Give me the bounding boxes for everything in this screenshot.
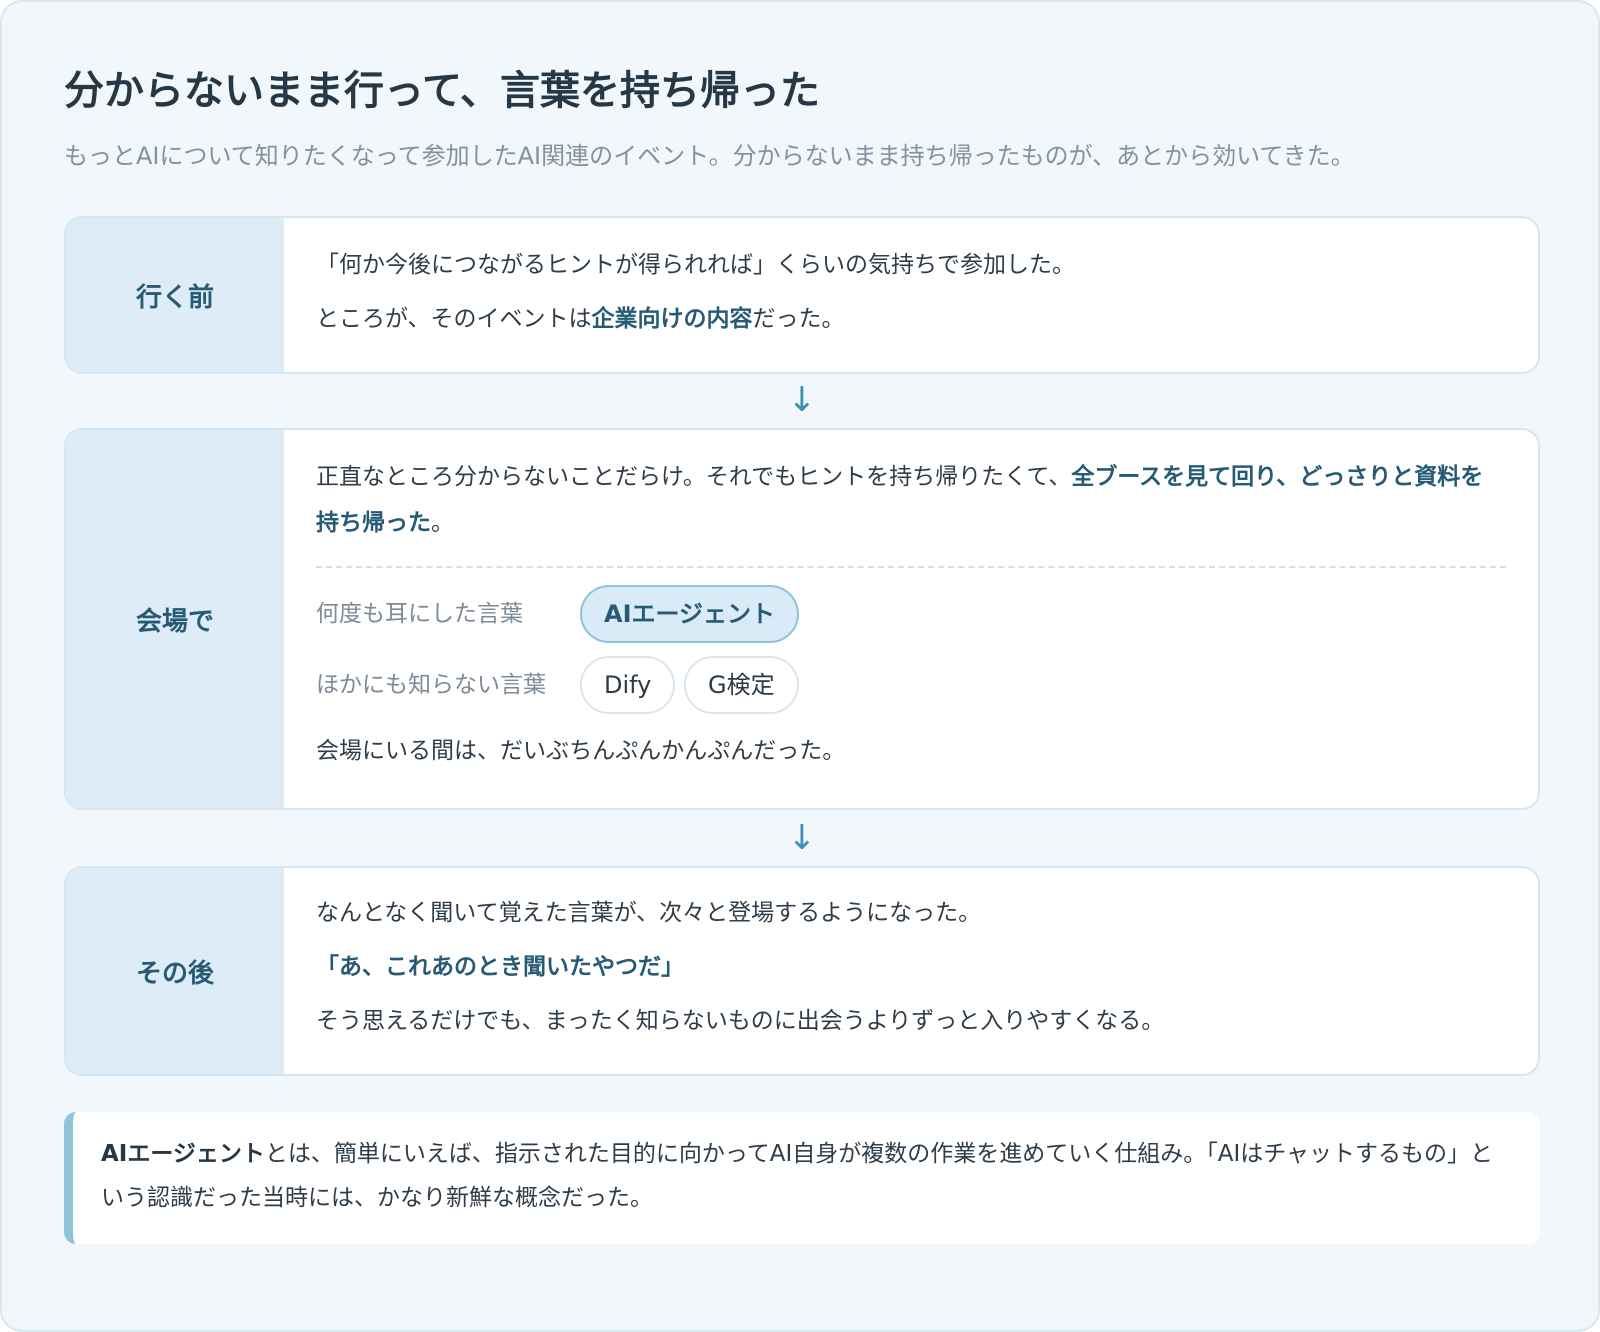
step-label-before: 行く前 (66, 218, 284, 372)
step-label-venue: 会場で (66, 430, 284, 808)
step-label-after: その後 (66, 868, 284, 1074)
arrow-down-icon: ↓ (787, 818, 817, 858)
step-before-line-2: ところが、そのイベントは企業向けの内容だった。 (316, 296, 1506, 342)
step-venue-line-1-prefix: 正直なところ分からないことだらけ。それでもヒントを持ち帰りたくて、 (316, 464, 1072, 490)
page-subtitle: もっとAIについて知りたくなって参加したAI関連のイベント。分からないまま持ち帰… (64, 142, 1355, 170)
arrow-down-icon: ↓ (787, 380, 817, 420)
heard-terms-label: 何度も耳にした言葉 (316, 601, 523, 627)
unknown-terms-label: ほかにも知らない言葉 (316, 672, 546, 698)
step-after-quote: 「あ、これあのとき聞いたやつだ」 (316, 954, 684, 980)
step-venue-line-1-suffix: 。 (431, 510, 454, 536)
article-card: 分からないまま行って、言葉を持ち帰った もっとAIについて知りたくなって参加した… (0, 0, 1600, 1332)
step-after-line-1: なんとなく聞いて覚えた言葉が、次々と登場するようになった。 (316, 900, 982, 926)
step-after-line-3: そう思えるだけでも、まったく知らないものに出会うよりずっと入りやすくなる。 (316, 1008, 1165, 1034)
step-venue-line-1: 正直なところ分からないことだらけ。それでもヒントを持ち帰りたくて、全ブースを見て… (316, 454, 1506, 546)
step-venue: 会場で 正直なところ分からないことだらけ。それでもヒントを持ち帰りたくて、全ブー… (64, 428, 1540, 810)
step-before-line-2-prefix: ところが、そのイベントは (316, 306, 592, 332)
step-before-line-2-suffix: だった。 (752, 306, 845, 332)
definition-note: AIエージェントとは、簡単にいえば、指示された目的に向かってAI自身が複数の作業… (64, 1112, 1540, 1244)
note-term: AIエージェント (101, 1141, 265, 1167)
term-pill-ai-agent: AIエージェント (580, 585, 800, 643)
step-venue-closing: 会場にいる間は、だいぶちんぷんかんぷんだった。 (316, 738, 846, 764)
note-text: とは、簡単にいえば、指示された目的に向かってAI自身が複数の作業を進めていく仕組… (101, 1141, 1494, 1211)
step-body-after: なんとなく聞いて覚えた言葉が、次々と登場するようになった。 「あ、これあのとき聞… (316, 868, 1506, 1074)
page-title: 分からないまま行って、言葉を持ち帰った (64, 68, 820, 114)
term-pill-g-kentei: G検定 (684, 656, 799, 714)
dashed-divider (316, 566, 1506, 568)
step-body-before: 「何か今後につながるヒントが得られれば」くらいの気持ちで参加した。 ところが、そ… (316, 218, 1506, 372)
step-body-venue: 正直なところ分からないことだらけ。それでもヒントを持ち帰りたくて、全ブースを見て… (316, 430, 1506, 808)
term-pill-dify: Dify (580, 656, 676, 714)
step-before-line-1: 「何か今後につながるヒントが得られれば」くらいの気持ちで参加した。 (316, 252, 1075, 278)
step-before-emphasis: 企業向けの内容 (591, 306, 753, 332)
step-before: 行く前 「何か今後につながるヒントが得られれば」くらいの気持ちで参加した。 とこ… (64, 216, 1540, 374)
step-after: その後 なんとなく聞いて覚えた言葉が、次々と登場するようになった。 「あ、これあ… (64, 866, 1540, 1076)
